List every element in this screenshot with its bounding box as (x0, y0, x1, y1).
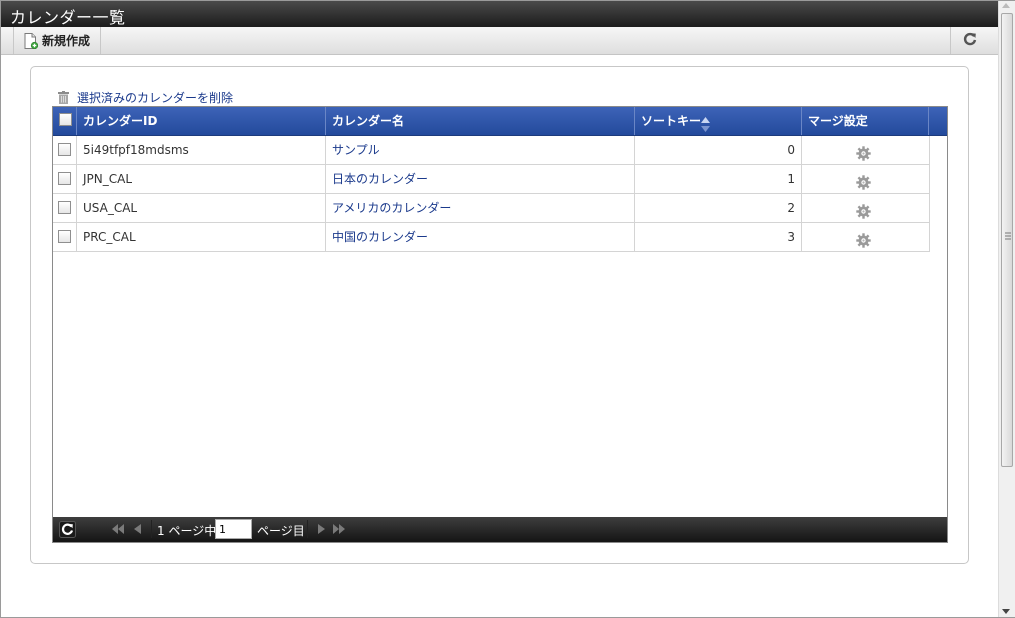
previous-page-icon[interactable] (133, 523, 142, 538)
row-select-cell (53, 136, 77, 165)
calendar-id-cell: PRC_CAL (77, 223, 326, 252)
grid-rows: 5i49tfpf18mdsms サンプル 0 JPN_CAL 日本のカレンダー 1 USA_… (53, 136, 930, 252)
reload-button[interactable] (950, 27, 988, 54)
select-all-checkbox[interactable] (59, 113, 72, 126)
row-select-cell (53, 165, 77, 194)
table-row[interactable]: JPN_CAL 日本のカレンダー 1 (53, 165, 930, 194)
row-select-cell (53, 223, 77, 252)
column-header-calendar-name[interactable]: カレンダー名 (326, 107, 635, 135)
row-checkbox[interactable] (58, 172, 71, 185)
gear-icon[interactable] (856, 201, 871, 219)
grid-header: カレンダーID カレンダー名 ソートキー マージ設定 (53, 107, 947, 136)
sort-key-cell: 0 (635, 136, 802, 165)
gear-icon[interactable] (856, 230, 871, 248)
window-frame: カレンダー一覧 新規作成 選択済みのカレンダーを削除 カレンダーID カレンダー… (0, 0, 1015, 618)
calendar-name-link[interactable]: アメリカのカレンダー (326, 194, 635, 223)
trash-icon (58, 91, 69, 104)
calendar-name-link[interactable]: サンプル (326, 136, 635, 165)
reload-icon (963, 32, 977, 49)
vertical-scrollbar[interactable] (998, 1, 1015, 617)
calendar-id-cell: 5i49tfpf18mdsms (77, 136, 326, 165)
table-row[interactable]: 5i49tfpf18mdsms サンプル 0 (53, 136, 930, 165)
table-row[interactable]: USA_CAL アメリカのカレンダー 2 (53, 194, 930, 223)
page-number-input[interactable] (215, 519, 252, 539)
sort-key-cell: 1 (635, 165, 802, 194)
pager-divider (151, 520, 152, 538)
new-button-label: 新規作成 (42, 34, 91, 48)
scroll-up-arrow-icon[interactable] (1002, 3, 1010, 8)
pager: 1 ページ中 ページ目 (53, 517, 947, 542)
new-button[interactable]: 新規作成 (13, 27, 102, 54)
merge-settings-cell (802, 194, 929, 223)
table-row[interactable]: PRC_CAL 中国のカレンダー 3 (53, 223, 930, 252)
column-header-sort-key[interactable]: ソートキー (635, 107, 802, 135)
scroll-grip-icon (1005, 232, 1011, 240)
column-header-label: マージ設定 (808, 114, 868, 128)
title-bar: カレンダー一覧 (1, 1, 998, 27)
gear-icon[interactable] (856, 172, 871, 190)
sort-key-cell: 2 (635, 194, 802, 223)
column-header-label: ソートキー (641, 114, 702, 128)
column-header-calendar-id[interactable]: カレンダーID (77, 107, 326, 135)
calendar-name-link[interactable]: 日本のカレンダー (326, 165, 635, 194)
merge-settings-cell (802, 223, 929, 252)
column-header-label: カレンダーID (83, 114, 158, 128)
merge-settings-cell (802, 136, 929, 165)
pager-refresh-icon[interactable] (59, 521, 76, 538)
merge-settings-cell (802, 165, 929, 194)
page-title: カレンダー一覧 (10, 8, 126, 27)
calendar-id-cell: JPN_CAL (77, 165, 326, 194)
page-suffix-text: ページ目 (257, 524, 305, 538)
gear-icon[interactable] (856, 143, 871, 161)
next-page-icon[interactable] (317, 523, 326, 538)
calendar-list-panel: 選択済みのカレンダーを削除 カレンダーID カレンダー名 ソートキー マージ設定… (30, 66, 969, 564)
column-header-label: カレンダー名 (332, 114, 405, 128)
last-page-icon[interactable] (332, 523, 346, 538)
page-count-text: 1 ページ中 (157, 524, 217, 538)
header-select-all-cell (53, 107, 77, 135)
row-select-cell (53, 194, 77, 223)
pager-divider (307, 520, 308, 538)
delete-selected-link[interactable]: 選択済みのカレンダーを削除 (58, 89, 233, 106)
scrollbar-thumb[interactable] (1001, 13, 1013, 467)
delete-selected-label: 選択済みのカレンダーを削除 (77, 91, 234, 105)
calendar-grid: カレンダーID カレンダー名 ソートキー マージ設定 5i49tfpf18mds… (52, 106, 948, 543)
first-page-icon[interactable] (111, 523, 125, 538)
row-checkbox[interactable] (58, 201, 71, 214)
column-header-merge-settings[interactable]: マージ設定 (802, 107, 929, 135)
scroll-down-arrow-icon[interactable] (1002, 609, 1010, 614)
row-checkbox[interactable] (58, 230, 71, 243)
sort-key-cell: 3 (635, 223, 802, 252)
row-checkbox[interactable] (58, 143, 71, 156)
new-document-icon (24, 32, 39, 49)
calendar-name-link[interactable]: 中国のカレンダー (326, 223, 635, 252)
toolbar: 新規作成 (1, 27, 998, 55)
calendar-id-cell: USA_CAL (77, 194, 326, 223)
